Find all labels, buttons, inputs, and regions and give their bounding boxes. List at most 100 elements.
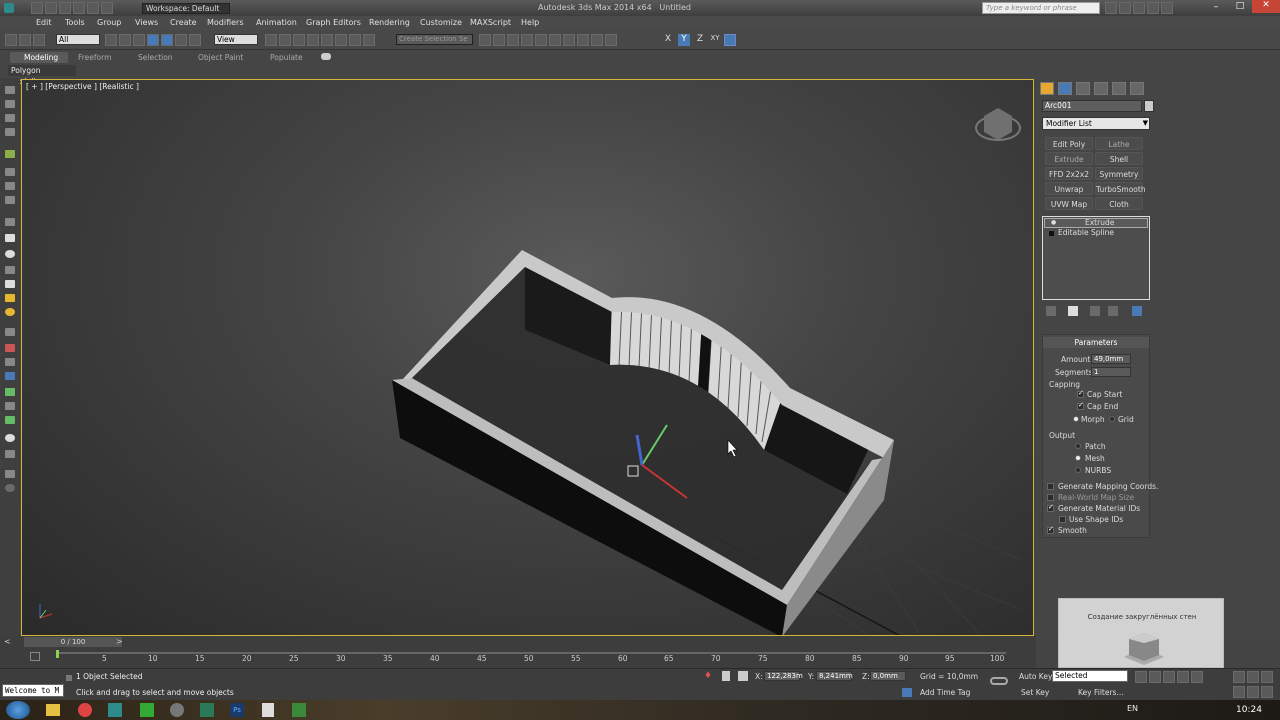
menu-views[interactable]: Views xyxy=(135,18,158,27)
window-crossing-icon[interactable] xyxy=(147,34,159,46)
shell-button[interactable]: Shell xyxy=(1095,152,1143,165)
orbit-icon[interactable] xyxy=(1247,686,1259,698)
pan-icon[interactable] xyxy=(1233,686,1245,698)
maxscript-listener-input[interactable]: Welcome to M xyxy=(2,684,64,697)
modify-tab-icon[interactable] xyxy=(1058,82,1072,95)
time-slider[interactable]: 0 / 100 xyxy=(24,637,122,647)
camtasia-icon[interactable] xyxy=(140,703,154,717)
time-slider-next-icon[interactable]: > xyxy=(116,637,123,646)
tool-icon[interactable] xyxy=(5,100,15,108)
utilities-tab-icon[interactable] xyxy=(1130,82,1144,95)
tool-icon[interactable] xyxy=(5,280,15,288)
tool-icon[interactable] xyxy=(5,388,15,396)
select-object-icon[interactable] xyxy=(105,34,117,46)
next-frame-icon[interactable] xyxy=(1177,671,1189,683)
tool-icon[interactable] xyxy=(5,266,15,274)
selection-filter-dropdown[interactable]: All xyxy=(56,34,100,45)
edit-named-selection-icon[interactable] xyxy=(363,34,375,46)
tool-icon[interactable] xyxy=(5,450,15,458)
unlink-icon[interactable] xyxy=(19,34,31,46)
tool-icon[interactable] xyxy=(5,416,15,424)
absolute-mode-icon[interactable] xyxy=(738,671,748,681)
tool-icon[interactable] xyxy=(5,372,15,380)
tab-selection[interactable]: Selection xyxy=(138,53,173,62)
symmetry-button[interactable]: Symmetry xyxy=(1095,167,1143,180)
tool-icon[interactable] xyxy=(5,484,15,492)
layer-manager-icon[interactable] xyxy=(507,34,519,46)
auto-key-button[interactable]: Auto Key xyxy=(1019,672,1052,681)
menu-graph-editors[interactable]: Graph Editors xyxy=(306,18,361,27)
morph-radio[interactable] xyxy=(1073,416,1079,422)
pin-stack-icon[interactable] xyxy=(1046,306,1056,316)
snap-toggle-icon[interactable] xyxy=(307,34,319,46)
tool-icon[interactable] xyxy=(5,218,15,226)
schematic-view-icon[interactable] xyxy=(549,34,561,46)
x-coordinate-field[interactable]: 122,283m xyxy=(764,671,803,681)
pivot-center-icon[interactable] xyxy=(265,34,277,46)
tab-populate[interactable]: Populate xyxy=(270,53,303,62)
expand-icon[interactable] xyxy=(1049,231,1054,236)
tool-icon[interactable] xyxy=(5,328,15,336)
rendered-frame-icon[interactable] xyxy=(591,34,603,46)
tool-icon[interactable] xyxy=(5,294,15,302)
cap-end-checkbox[interactable] xyxy=(1077,401,1084,410)
time-tag-icon[interactable] xyxy=(902,688,912,697)
extrude-button[interactable]: Extrude xyxy=(1045,152,1093,165)
explorer-icon[interactable] xyxy=(46,704,60,716)
media-player-icon[interactable] xyxy=(170,703,184,717)
tool-icon[interactable] xyxy=(5,402,15,410)
3dsmax-icon[interactable] xyxy=(108,703,122,717)
ribbon-subtab[interactable]: Polygon Modeling xyxy=(8,65,76,86)
tool-icon[interactable] xyxy=(5,114,15,122)
grid-radio[interactable] xyxy=(1109,416,1115,422)
selection-lock-toggle-icon[interactable] xyxy=(722,671,730,681)
patch-radio[interactable] xyxy=(1075,443,1081,449)
save-icon[interactable] xyxy=(59,2,71,14)
cloth-button[interactable]: Cloth xyxy=(1095,197,1143,210)
smooth-checkbox[interactable] xyxy=(1047,525,1054,534)
tool-icon[interactable] xyxy=(5,196,15,204)
align-icon[interactable] xyxy=(493,34,505,46)
key-filters-button[interactable]: Key Filters... xyxy=(1078,688,1124,697)
viewcube-icon[interactable] xyxy=(975,108,1021,141)
angle-snap-icon[interactable] xyxy=(321,34,333,46)
menu-rendering[interactable]: Rendering xyxy=(369,18,410,27)
new-icon[interactable] xyxy=(31,2,43,14)
zoom-all-icon[interactable] xyxy=(1247,671,1259,683)
scale-icon[interactable] xyxy=(189,34,201,46)
lathe-button[interactable]: Lathe xyxy=(1095,137,1143,150)
key-selection-dropdown[interactable]: Selected xyxy=(1052,670,1128,682)
go-to-end-icon[interactable] xyxy=(1191,671,1203,683)
tool-icon[interactable] xyxy=(5,128,15,136)
hierarchy-tab-icon[interactable] xyxy=(1076,82,1090,95)
ribbon-minimize-icon[interactable] xyxy=(321,53,331,60)
tool-icon[interactable] xyxy=(5,308,15,316)
tool-icon[interactable] xyxy=(5,234,15,242)
zoom-icon[interactable] xyxy=(1233,671,1245,683)
undo-icon[interactable] xyxy=(73,2,85,14)
mesh-radio[interactable] xyxy=(1075,455,1081,461)
zoom-extents-icon[interactable] xyxy=(1261,671,1273,683)
photoshop-icon[interactable]: Ps xyxy=(230,703,244,717)
help-icon[interactable] xyxy=(1161,2,1173,14)
tab-modeling[interactable]: Modeling xyxy=(24,53,58,62)
realworld-checkbox[interactable] xyxy=(1047,494,1054,501)
menu-maxscript[interactable]: MAXScript xyxy=(470,18,511,27)
link-icon[interactable] xyxy=(5,34,17,46)
nurbs-radio[interactable] xyxy=(1075,467,1081,473)
minimize-icon[interactable]: – xyxy=(1206,2,1226,12)
hold-icon[interactable] xyxy=(101,2,113,14)
graphite-toggle-icon[interactable] xyxy=(521,34,533,46)
star-icon[interactable] xyxy=(1119,2,1131,14)
render-production-icon[interactable] xyxy=(605,34,617,46)
render-setup-icon[interactable] xyxy=(577,34,589,46)
perspective-viewport[interactable]: [ + ] [Perspective ] [Realistic ] xyxy=(21,79,1034,636)
redo-icon[interactable] xyxy=(87,2,99,14)
configure-sets-icon[interactable] xyxy=(1132,306,1142,316)
isolate-selection-icon[interactable]: ♦ xyxy=(704,671,714,681)
open-icon[interactable] xyxy=(45,2,57,14)
menu-tools[interactable]: Tools xyxy=(65,18,85,27)
rotate-icon[interactable] xyxy=(175,34,187,46)
tool-icon[interactable] xyxy=(5,182,15,190)
close-icon[interactable]: ✕ xyxy=(1252,0,1280,13)
